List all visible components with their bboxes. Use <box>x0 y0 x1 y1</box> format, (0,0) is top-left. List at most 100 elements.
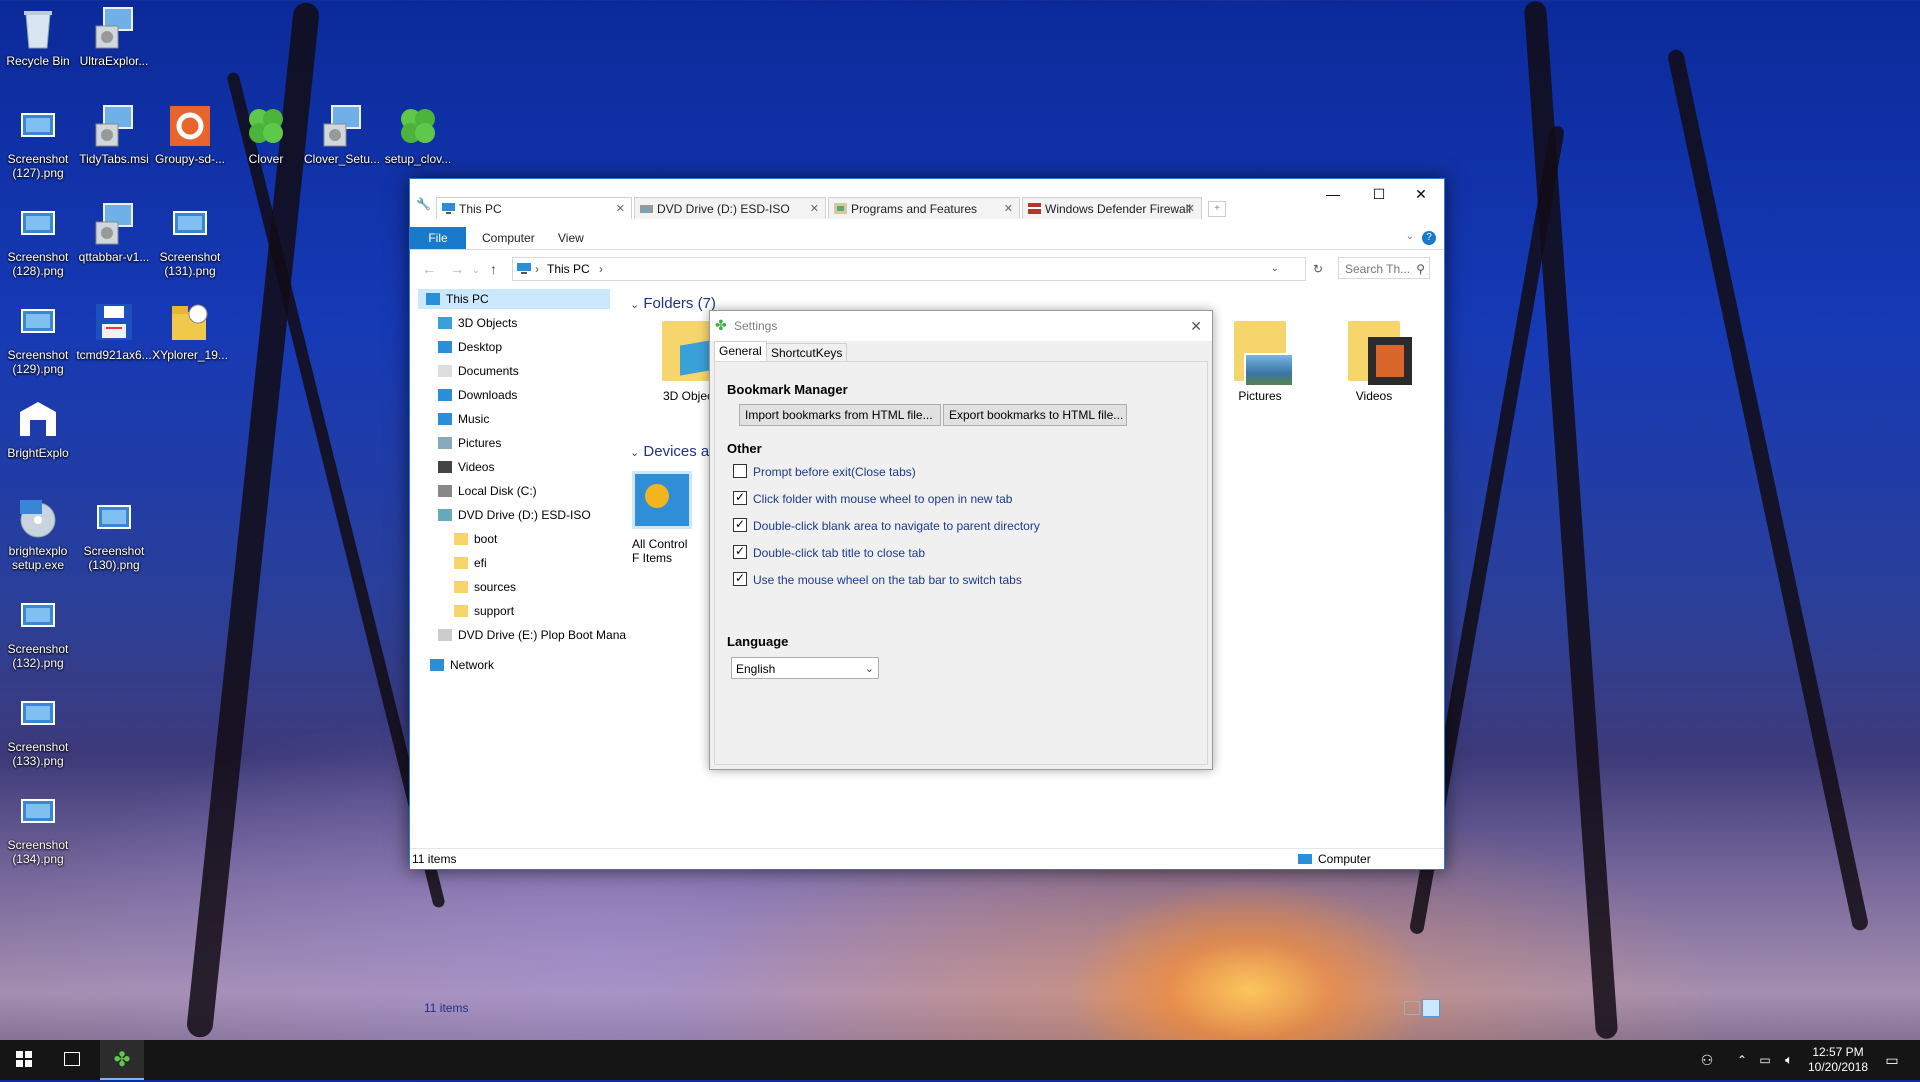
import-bookmarks-button[interactable]: Import bookmarks from HTML file... <box>739 404 941 426</box>
details-view-icon[interactable] <box>1404 1001 1420 1015</box>
checkbox-unchecked-icon[interactable] <box>733 464 747 478</box>
option-checkbox[interactable]: Prompt before exit(Close tabs) <box>733 464 916 480</box>
address-bar[interactable]: › This PC › ⌄ ↻ <box>512 257 1323 281</box>
people-icon[interactable]: ⚇ <box>1692 1040 1722 1080</box>
tab-shortcut-keys[interactable]: ShortcutKeys <box>766 343 848 362</box>
desktop-icon[interactable]: Screenshot (133).png <box>0 692 76 768</box>
taskbar-clover-button[interactable]: ✤ <box>100 1040 144 1080</box>
close-tab-icon[interactable]: ✕ <box>616 198 625 219</box>
group-header-devices[interactable]: ⌄ Devices a <box>630 443 709 460</box>
clock[interactable]: 12:57 PM 10/20/2018 <box>1800 1040 1876 1080</box>
clock-time: 12:57 PM <box>1812 1045 1864 1059</box>
forward-arrow-icon[interactable]: → <box>450 261 464 277</box>
desktop-icon[interactable]: tcmd921ax6... <box>76 300 152 362</box>
help-icon[interactable]: ? <box>1422 231 1436 245</box>
desktop-icon[interactable]: BrightExplo <box>0 398 76 460</box>
image-file-icon <box>16 104 60 148</box>
desktop-icon[interactable]: Screenshot (129).png <box>0 300 76 376</box>
large-icons-view-icon[interactable] <box>1422 999 1440 1017</box>
desktop-icon[interactable]: Groupy-sd-... <box>152 104 228 166</box>
tab-label: Windows Defender Firewall <box>1045 202 1192 216</box>
nav-item[interactable]: efi <box>454 553 487 573</box>
recent-dropdown-icon[interactable]: ⌄ <box>472 265 480 276</box>
desktop-icon[interactable]: XYplorer_19... <box>152 300 228 362</box>
chevron-down-icon[interactable]: ⌄ <box>1271 258 1279 280</box>
desktop-icon[interactable]: Screenshot (132).png <box>0 594 76 670</box>
task-view-button[interactable] <box>48 1040 96 1080</box>
tab-dvd-drive[interactable]: DVD Drive (D:) ESD-ISO ✕ <box>634 197 826 219</box>
breadcrumb[interactable]: This PC <box>547 258 590 280</box>
close-tab-icon[interactable]: ✕ <box>810 198 819 219</box>
maximize-button[interactable]: ☐ <box>1356 179 1402 209</box>
desktop-icon[interactable]: TidyTabs.msi <box>76 104 152 166</box>
desktop-icon[interactable]: Screenshot (131).png <box>152 202 228 278</box>
nav-item[interactable]: support <box>454 601 514 621</box>
desktop-icon[interactable]: Screenshot (130).png <box>76 496 152 572</box>
option-checkbox[interactable]: Click folder with mouse wheel to open in… <box>733 489 1012 507</box>
refresh-icon[interactable]: ↻ <box>1313 258 1323 280</box>
checkbox-checked-icon[interactable] <box>733 543 747 559</box>
desktop-icon[interactable]: Clover_Setu... <box>304 104 380 166</box>
close-tab-icon[interactable]: ✕ <box>1186 198 1195 219</box>
close-button[interactable]: ✕ <box>1398 179 1444 209</box>
show-hidden-icons-icon[interactable]: ⌃ <box>1732 1040 1752 1080</box>
folder-videos[interactable]: Videos <box>1330 317 1418 403</box>
option-checkbox[interactable]: Use the mouse wheel on the tab bar to sw… <box>733 570 1022 588</box>
nav-item[interactable]: boot <box>454 529 497 549</box>
tab-general[interactable]: General <box>714 341 767 362</box>
checkbox-checked-icon[interactable] <box>733 570 747 586</box>
start-button[interactable] <box>0 1040 48 1080</box>
group-header-folders[interactable]: ⌄ Folders (7) <box>630 295 716 312</box>
language-select[interactable]: English ⌄ <box>731 657 879 679</box>
desktop-icon[interactable]: setup_clov... <box>380 104 456 166</box>
desktop-icon[interactable]: qttabbar-v1... <box>76 202 152 264</box>
network-icon[interactable]: ▭ <box>1754 1040 1776 1080</box>
nav-item[interactable]: Network <box>430 655 494 675</box>
checkbox-checked-icon[interactable] <box>733 516 747 532</box>
nav-item[interactable]: Desktop <box>438 337 502 357</box>
checkbox-checked-icon[interactable] <box>733 489 747 505</box>
desktop-icon[interactable]: Screenshot (127).png <box>0 104 76 180</box>
desktop-icon[interactable]: Clover <box>228 104 304 166</box>
option-checkbox[interactable]: Double-click blank area to navigate to p… <box>733 516 1040 534</box>
nav-item[interactable]: Downloads <box>438 385 517 405</box>
tab-programs-features[interactable]: Programs and Features ✕ <box>828 197 1020 219</box>
nav-item[interactable]: Music <box>438 409 489 429</box>
nav-item[interactable]: DVD Drive (D:) ESD-ISO <box>438 505 591 525</box>
tab-this-pc[interactable]: This PC ✕ <box>436 197 632 219</box>
nav-item[interactable]: Videos <box>438 457 494 477</box>
new-tab-button[interactable]: + <box>1208 201 1226 217</box>
nav-item[interactable]: Pictures <box>438 433 501 453</box>
nav-item[interactable]: 3D Objects <box>438 313 517 333</box>
close-tab-icon[interactable]: ✕ <box>1004 198 1013 219</box>
ribbon-tab-computer[interactable]: Computer <box>468 227 549 249</box>
search-input[interactable]: Search Th... ⚲ <box>1338 257 1430 279</box>
desktop-icon[interactable]: UltraExplor... <box>76 6 152 68</box>
settings-titlebar[interactable]: ✤ Settings ✕ <box>710 311 1212 341</box>
up-arrow-icon[interactable]: ↑ <box>490 261 497 277</box>
nav-item[interactable]: This PC <box>418 289 610 309</box>
chevron-down-icon[interactable]: ⌄ <box>1406 231 1414 242</box>
back-arrow-icon[interactable]: ← <box>422 261 436 277</box>
folder-pictures[interactable]: Pictures <box>1216 317 1304 403</box>
desktop-icon[interactable]: Recycle Bin <box>0 6 76 68</box>
nav-item[interactable]: sources <box>454 577 516 597</box>
export-bookmarks-button[interactable]: Export bookmarks to HTML file... <box>943 404 1127 426</box>
desktop-icon[interactable]: Screenshot (128).png <box>0 202 76 278</box>
minimize-button[interactable]: — <box>1310 179 1356 209</box>
ribbon-tab-file[interactable]: File <box>410 227 466 249</box>
nav-item[interactable]: Local Disk (C:) <box>438 481 537 501</box>
desktop-icon[interactable]: Screenshot (134).png <box>0 790 76 866</box>
volume-icon[interactable]: 🔈︎ <box>1778 1040 1800 1080</box>
nav-item[interactable]: DVD Drive (E:) Plop Boot Mana <box>438 625 626 645</box>
explorer-titlebar[interactable]: 🔧 This PC ✕ DVD Drive (D:) ESD-ISO ✕ Pro… <box>410 179 1444 219</box>
close-icon[interactable]: ✕ <box>1190 311 1202 341</box>
item-all-control-panel[interactable]: All Control F Items <box>632 471 702 565</box>
wrench-icon[interactable]: 🔧 <box>416 197 431 211</box>
option-checkbox[interactable]: Double-click tab title to close tab <box>733 543 925 561</box>
tab-defender-firewall[interactable]: Windows Defender Firewall ✕ <box>1022 197 1202 219</box>
ribbon-tab-view[interactable]: View <box>544 227 598 249</box>
nav-item[interactable]: Documents <box>438 361 519 381</box>
notifications-icon[interactable]: ▭ <box>1872 1040 1912 1080</box>
desktop-icon[interactable]: brightexplo setup.exe <box>0 496 76 572</box>
